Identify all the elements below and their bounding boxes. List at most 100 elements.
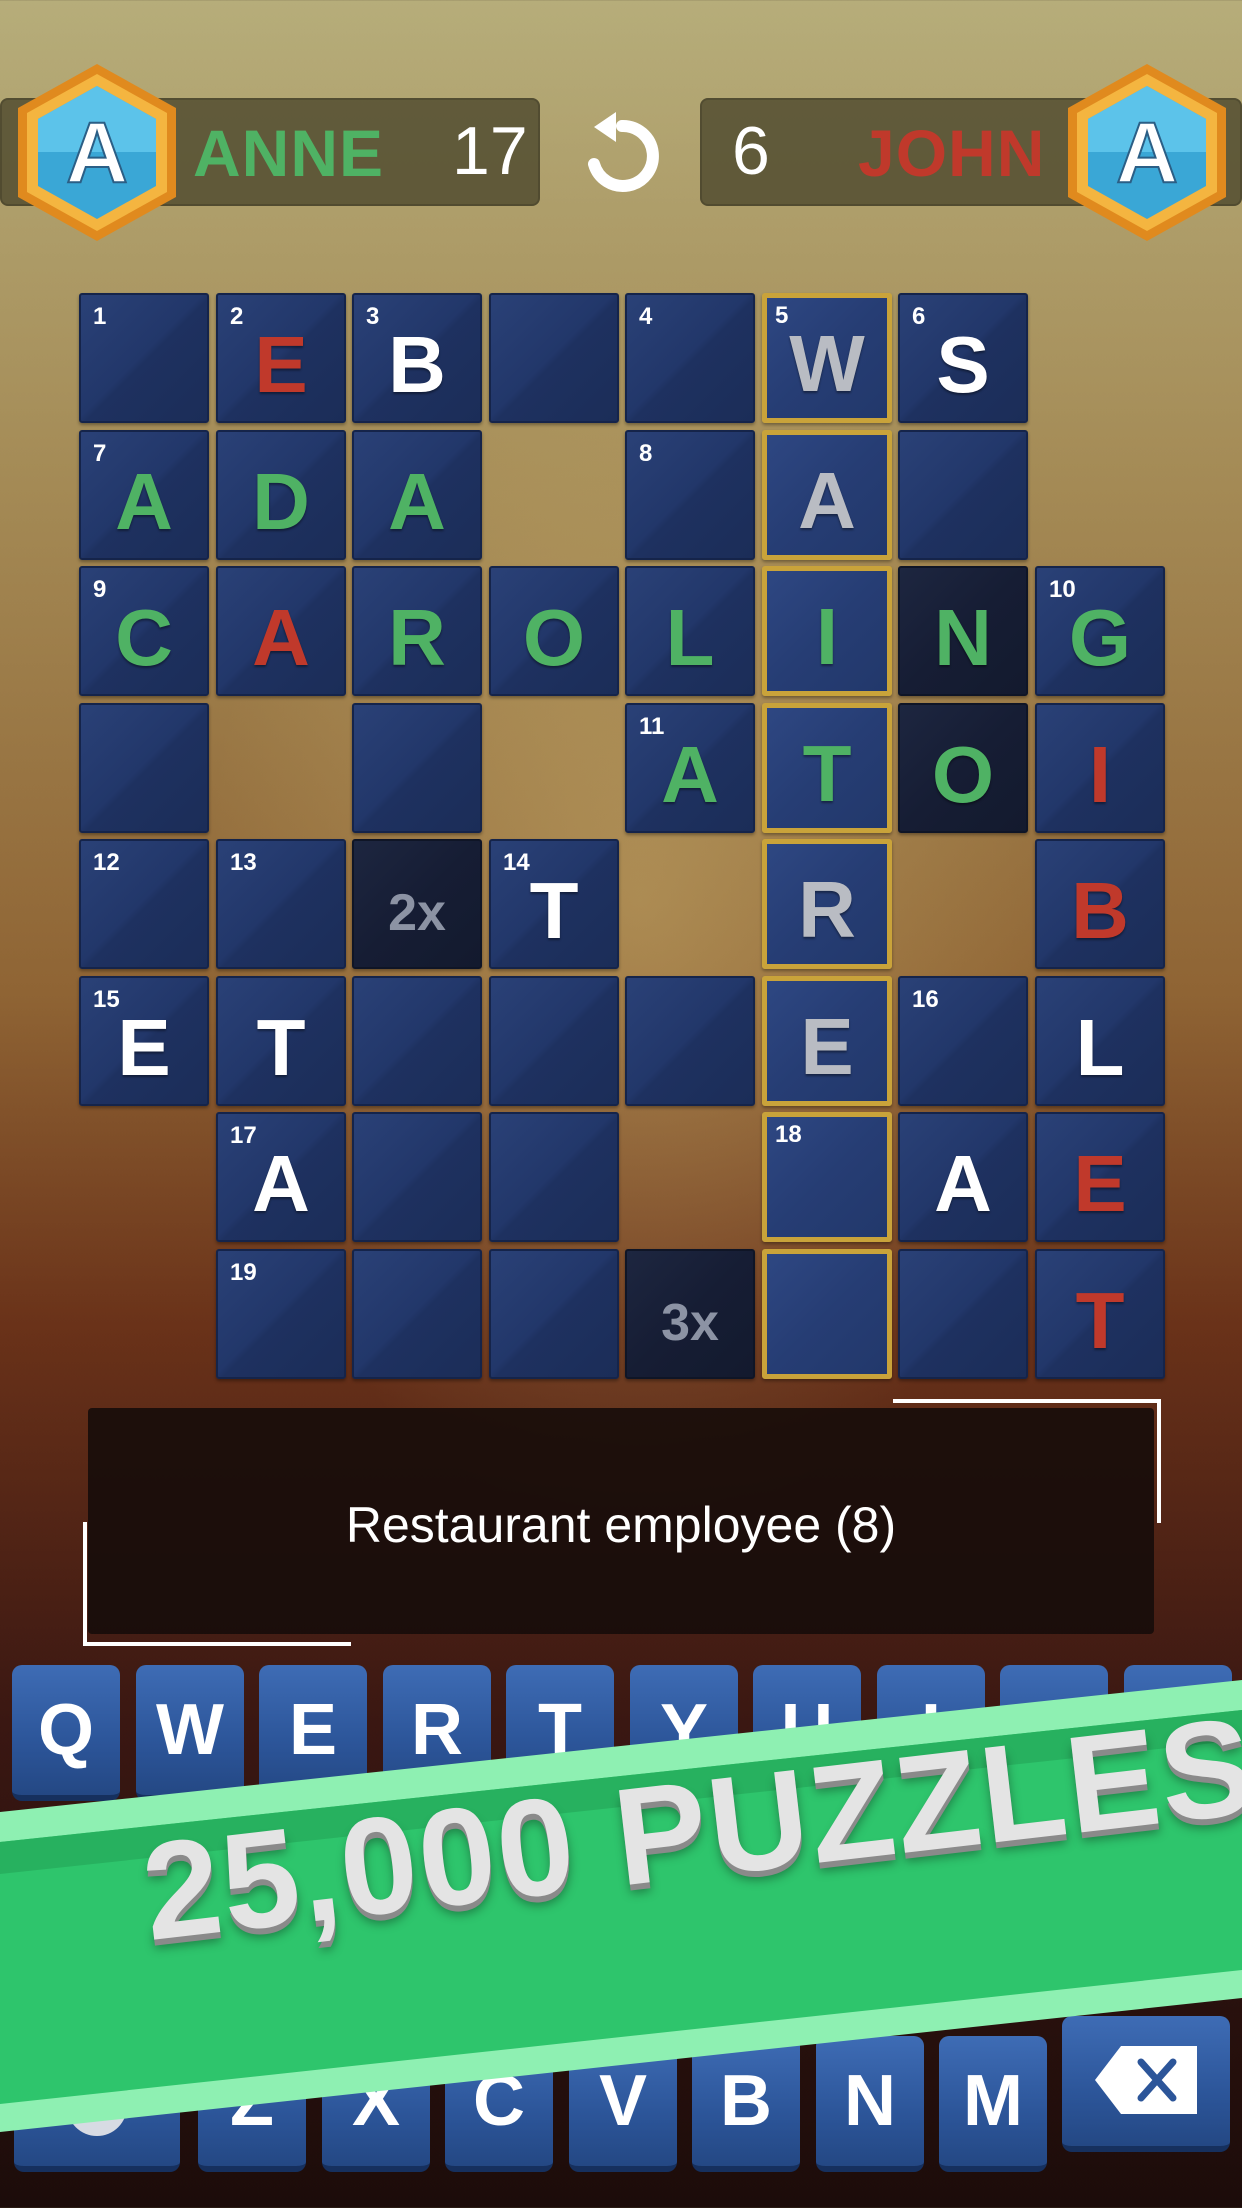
grid-cell[interactable]: R	[762, 839, 892, 969]
key-c[interactable]: C	[445, 2036, 553, 2172]
cell-letter: T	[256, 1003, 306, 1092]
grid-cell[interactable]: 16	[898, 976, 1028, 1106]
grid-cell[interactable]: 14 T	[489, 839, 619, 969]
cell-letter: G	[1068, 593, 1132, 682]
grid-cell[interactable]: 3B	[352, 293, 482, 423]
grid-cell[interactable]: A	[762, 430, 892, 560]
grid-cell[interactable]	[489, 293, 619, 423]
player1-avatar[interactable]: A	[12, 60, 182, 245]
grid-cell[interactable]: 5W	[762, 293, 892, 423]
clue-number: 18	[775, 1121, 802, 1148]
grid-cell[interactable]	[489, 1112, 619, 1242]
grid-cell[interactable]: I	[762, 566, 892, 696]
grid-cell[interactable]: 17 A	[216, 1112, 346, 1242]
grid-cell[interactable]: A	[216, 566, 346, 696]
grid-cell[interactable]: A	[898, 1112, 1028, 1242]
grid-cell[interactable]: 13	[216, 839, 346, 969]
grid-cell[interactable]: 8	[625, 430, 755, 560]
grid-cell[interactable]: 10 G	[1035, 566, 1165, 696]
grid-cell[interactable]: T	[1035, 1249, 1165, 1379]
clue-number: 19	[230, 1259, 257, 1286]
grid-cell[interactable]: L	[1035, 976, 1165, 1106]
cell-letter: A	[252, 593, 310, 682]
key-v[interactable]: V	[569, 2036, 677, 2172]
key-z[interactable]: Z	[198, 2036, 306, 2172]
cell-letter: L	[1075, 1003, 1125, 1092]
grid-cell[interactable]	[762, 1249, 892, 1379]
grid-cell[interactable]	[625, 976, 755, 1106]
grid-cell[interactable]: 15 E	[79, 976, 209, 1106]
grid-cell[interactable]	[352, 976, 482, 1106]
key-w[interactable]: W	[136, 1665, 244, 1801]
grid-cell[interactable]: 6S	[898, 293, 1028, 423]
grid-cell[interactable]: B	[1035, 839, 1165, 969]
settings-icon	[67, 2076, 127, 2136]
grid-cell[interactable]: 2x	[352, 839, 482, 969]
key-n[interactable]: N	[816, 2036, 924, 2172]
clue-number: 13	[230, 849, 257, 876]
grid-cell[interactable]: 19	[216, 1249, 346, 1379]
grid-cell[interactable]: N	[898, 566, 1028, 696]
player1-name: ANNE	[193, 116, 385, 190]
player1-avatar-letter: A	[66, 105, 128, 201]
cell-letter: E	[800, 1002, 854, 1091]
grid-cell[interactable]: 2E	[216, 293, 346, 423]
grid-cell[interactable]: E	[762, 976, 892, 1106]
clue-number: 4	[639, 303, 653, 330]
cell-letter: W	[789, 319, 865, 408]
clue-number: 12	[93, 849, 120, 876]
backspace-key[interactable]	[1062, 2016, 1230, 2152]
grid-cell[interactable]: 11 A	[625, 703, 755, 833]
cell-letter: O	[931, 730, 995, 819]
grid-cell[interactable]	[352, 1249, 482, 1379]
grid-cell[interactable]	[489, 1249, 619, 1379]
grid-cell[interactable]	[352, 703, 482, 833]
grid-cell[interactable]: 12	[79, 839, 209, 969]
cell-letter: L	[665, 593, 715, 682]
key-b[interactable]: B	[692, 2036, 800, 2172]
cell-letter: I	[1088, 730, 1112, 819]
grid-cell[interactable]: 9C	[79, 566, 209, 696]
cell-letter: B	[1071, 866, 1129, 955]
player2-score: 6	[732, 113, 770, 189]
grid-cell[interactable]: 18	[762, 1112, 892, 1242]
clue-number: 16	[912, 986, 939, 1013]
grid-cell[interactable]	[489, 976, 619, 1106]
grid-cell[interactable]: R	[352, 566, 482, 696]
cell-letter: I	[815, 592, 839, 681]
bonus-multiplier: 3x	[661, 1294, 719, 1352]
grid-cell[interactable]: 1	[79, 293, 209, 423]
cell-letter: C	[115, 593, 173, 682]
cell-letter: S	[936, 320, 990, 409]
grid-cell[interactable]: T	[762, 703, 892, 833]
key-m[interactable]: M	[939, 2036, 1047, 2172]
grid-cell[interactable]: L	[625, 566, 755, 696]
clue-bracket-top-right	[893, 1399, 1161, 1523]
cell-letter: T	[1075, 1276, 1125, 1365]
grid-cell[interactable]: I	[1035, 703, 1165, 833]
grid-cell[interactable]	[79, 703, 209, 833]
grid-cell[interactable]: 3x	[625, 1249, 755, 1379]
cell-letter: A	[115, 457, 173, 546]
grid-cell[interactable]	[352, 1112, 482, 1242]
settings-key[interactable]	[14, 2036, 180, 2172]
grid-cell[interactable]: 7A	[79, 430, 209, 560]
grid-cell[interactable]: E	[1035, 1112, 1165, 1242]
grid-cell[interactable]: O	[489, 566, 619, 696]
grid-cell[interactable]: D	[216, 430, 346, 560]
player2-avatar[interactable]: A	[1062, 60, 1232, 245]
grid-cell[interactable]	[898, 430, 1028, 560]
grid-cell[interactable]	[898, 1249, 1028, 1379]
player1-score: 17	[452, 113, 528, 189]
key-e[interactable]: E	[259, 1665, 367, 1801]
grid-cell[interactable]: 4	[625, 293, 755, 423]
grid-cell[interactable]: A	[352, 430, 482, 560]
cell-letter: N	[934, 593, 992, 682]
key-x[interactable]: X	[322, 2036, 430, 2172]
cell-letter: O	[522, 593, 586, 682]
grid-cell[interactable]: T	[216, 976, 346, 1106]
key-q[interactable]: Q	[12, 1665, 120, 1801]
grid-cell[interactable]: O	[898, 703, 1028, 833]
bonus-multiplier: 2x	[388, 884, 446, 942]
undo-icon[interactable]	[580, 112, 664, 196]
